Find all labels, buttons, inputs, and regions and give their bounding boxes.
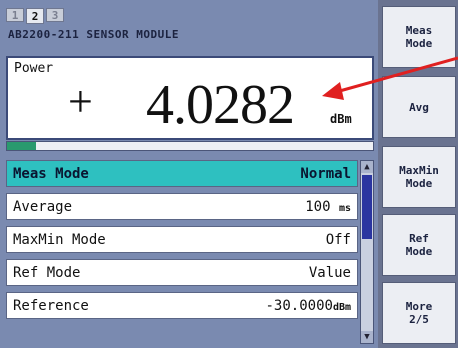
param-label: Ref Mode: [13, 265, 81, 281]
softkey-panel: Meas Mode Avg MaxMin Mode Ref Mode More …: [378, 0, 458, 348]
param-value: Value: [308, 265, 351, 281]
param-row-maxmin-mode[interactable]: MaxMin Mode Off: [6, 226, 358, 253]
avg-softkey[interactable]: Avg: [382, 76, 456, 138]
scroll-down-arrow-icon[interactable]: ▼: [361, 331, 373, 343]
maxmin-mode-softkey[interactable]: MaxMin Mode: [382, 146, 456, 208]
param-label: MaxMin Mode: [13, 232, 106, 248]
level-bar-fill: [7, 142, 37, 150]
level-bar: [6, 141, 374, 151]
power-readout-panel: Power + 4.0282 dBm: [6, 56, 374, 140]
param-row-meas-mode[interactable]: Meas Mode Normal: [6, 160, 358, 187]
power-value: 4.0282: [146, 74, 295, 136]
param-value: -30.0000dBm: [265, 298, 352, 314]
param-row-average[interactable]: Average 100 ms: [6, 193, 358, 220]
power-label: Power: [14, 61, 54, 76]
tab-2[interactable]: 2: [26, 8, 44, 24]
tab-3[interactable]: 3: [46, 8, 64, 22]
meas-mode-softkey[interactable]: Meas Mode: [382, 6, 456, 68]
power-sign: +: [68, 77, 93, 126]
power-unit: dBm: [330, 112, 352, 126]
tab-1[interactable]: 1: [6, 8, 24, 22]
more-softkey[interactable]: More 2/5: [382, 282, 456, 344]
scroll-thumb[interactable]: [362, 175, 372, 239]
param-label: Meas Mode: [13, 166, 89, 182]
param-value: Normal: [300, 166, 351, 182]
param-label: Reference: [13, 298, 89, 314]
parameter-list: Meas Mode Normal Average 100 ms MaxMin M…: [6, 160, 358, 325]
param-value: Off: [325, 232, 351, 248]
ref-mode-softkey[interactable]: Ref Mode: [382, 214, 456, 276]
module-title: AB2200-211 SENSOR MODULE: [8, 28, 179, 41]
tab-bar: 1 2 3: [6, 8, 64, 26]
param-row-ref-mode[interactable]: Ref Mode Value: [6, 259, 358, 286]
param-value: 100 ms: [305, 199, 351, 215]
param-label: Average: [13, 199, 73, 215]
scroll-up-arrow-icon[interactable]: ▲: [361, 161, 373, 173]
param-row-reference[interactable]: Reference -30.0000dBm: [6, 292, 358, 319]
scrollbar[interactable]: ▲ ▼: [360, 160, 374, 344]
